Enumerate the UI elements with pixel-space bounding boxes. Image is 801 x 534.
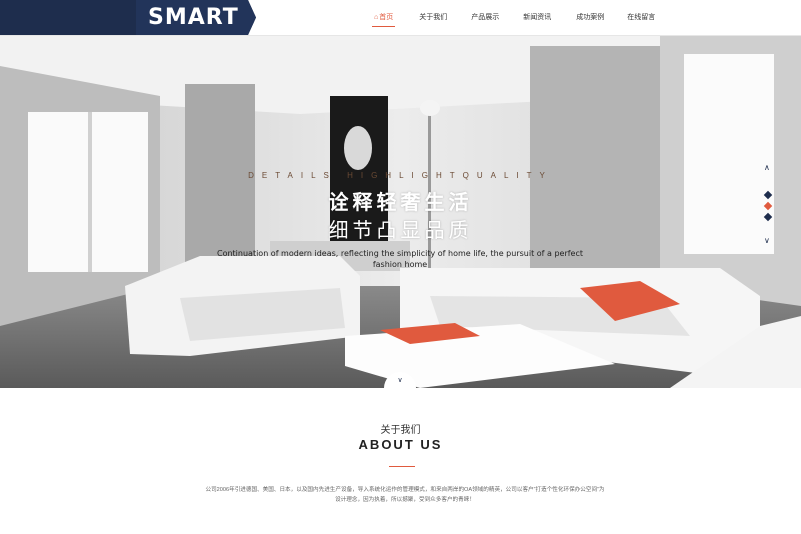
hero-banner: DETAILS HIGHLIGHTQUALITY 诠释轻奢生活 细节凸显品质 C… (0, 36, 801, 388)
about-description: 公司2006年引进德国、美国、日本，以及国内先进生产设备，导入系统化运作的管理模… (205, 487, 605, 503)
about-title-cn: 关于我们 (380, 425, 421, 436)
nav-item-label: 产品展示 (471, 14, 500, 21)
nav-item-label: 首页 (379, 14, 394, 21)
hero-title-line1: 诠释轻奢生活 (328, 192, 473, 214)
chevron-down-icon: ∨ (397, 377, 403, 384)
logo[interactable]: SMART (0, 0, 256, 35)
hero-description: Continuation of modern ideas, reflecting… (216, 249, 584, 269)
nav-item-label: 在线留言 (627, 14, 656, 21)
nav-item-label: 成功案例 (576, 14, 605, 21)
site-header: SMART ⌂首页 关于我们 产品展示 新闻资讯 成功案例 在线留言 (0, 0, 801, 36)
hero-tagline: DETAILS HIGHLIGHTQUALITY (248, 171, 553, 180)
chevron-down-icon[interactable]: ∨ (764, 236, 770, 245)
main-nav: ⌂首页 关于我们 产品展示 新闻资讯 成功案例 在线留言 (362, 0, 655, 35)
home-icon: ⌂ (374, 14, 379, 21)
chevron-up-icon[interactable]: ∧ (764, 163, 770, 172)
nav-item-home[interactable]: ⌂首页 (371, 0, 396, 35)
logo-text: SMART (148, 5, 239, 30)
nav-item-about[interactable]: 关于我们 (419, 0, 447, 35)
nav-item-news[interactable]: 新闻资讯 (523, 0, 551, 35)
hero-title-line2: 细节凸显品质 (328, 220, 473, 242)
nav-item-cases[interactable]: 成功案例 (576, 0, 604, 35)
nav-item-label: 新闻资讯 (523, 14, 552, 21)
about-title-en: ABOUT US (358, 437, 443, 452)
nav-item-message[interactable]: 在线留言 (627, 0, 655, 35)
nav-item-label: 关于我们 (419, 14, 448, 21)
nav-item-products[interactable]: 产品展示 (471, 0, 499, 35)
section-divider (389, 466, 415, 467)
